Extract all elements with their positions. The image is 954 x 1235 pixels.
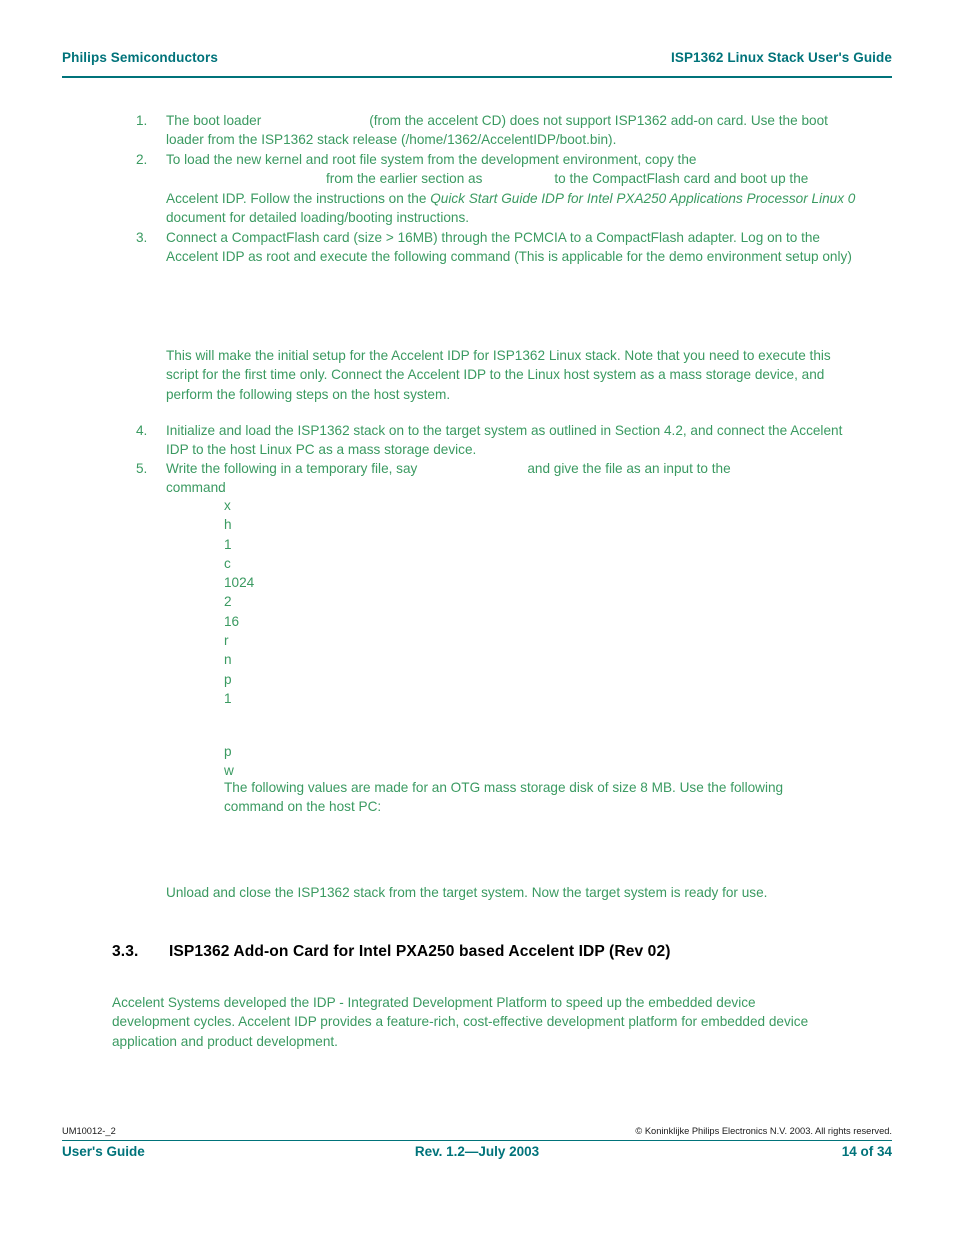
list-item-number: 1. — [136, 113, 148, 128]
list-item-text: Initialize and load the ISP1362 stack on… — [166, 423, 843, 458]
document-page: Philips Semiconductors ISP1362 Linux Sta… — [0, 0, 954, 1235]
paragraph-after-step-3: This will make the initial setup for the… — [166, 348, 831, 402]
code-char-column-secondary: p w — [224, 742, 234, 781]
header-right-title: ISP1362 Linux Stack User's Guide — [670, 50, 892, 65]
header-left-title: Philips Semiconductors — [62, 50, 218, 65]
code-char-line: 1 — [224, 690, 232, 706]
code-char-column-primary: x h 1 c 1024 2 16 r n p 1 — [224, 496, 254, 708]
code-char-line: h — [224, 517, 232, 533]
footer-document-id: UM10012-_2 — [62, 1126, 116, 1136]
code-char-line: p — [224, 744, 232, 759]
list-item-text-after: (from the accelent CD) does not support … — [166, 113, 828, 148]
list-item-text: The boot loader (from the accelent CD) do… — [166, 111, 856, 150]
list-item-text-a: Write the following in a temporary file,… — [166, 461, 418, 476]
list-item: 4. Initialize and load the ISP1362 stack… — [136, 421, 856, 460]
footer-main-row: User's Guide Rev. 1.2—July 2003 14 of 34 — [62, 1144, 892, 1159]
paragraph-otg-note: The following values are made for an OTG… — [224, 780, 784, 815]
footer-revision-text: Rev. 1.2—July 2003 — [414, 1144, 540, 1159]
list-item: 2. To load the new kernel and root file … — [136, 150, 856, 227]
list-item-text-before: The boot loader — [166, 113, 262, 128]
list-item-line-3-tail: document for detailed loading/booting in… — [166, 209, 470, 225]
header-divider-rule — [62, 76, 892, 78]
section-number: 3.3. — [112, 943, 139, 960]
list-item-text: Write the following in a temporary file,… — [166, 459, 756, 498]
page-header: Philips Semiconductors ISP1362 Linux Sta… — [62, 50, 892, 65]
section-title: ISP1362 Add-on Card for Intel PXA250 bas… — [169, 943, 671, 960]
list-item: 5. Write the following in a temporary fi… — [136, 459, 756, 498]
code-char-line: x — [224, 498, 231, 513]
footer-page-number: 14 of 34 — [841, 1144, 892, 1159]
list-item-number: 2. — [136, 152, 148, 167]
list-item-line-2a: from the earlier section as — [326, 171, 483, 187]
code-char-line: 1 — [224, 536, 232, 552]
footer-left-label: User's Guide — [62, 1144, 145, 1159]
section-heading: 3.3. ISP1362 Add-on Card for Intel PXA25… — [112, 943, 912, 961]
list-item-text: To load the new kernel and root file sys… — [166, 150, 856, 227]
code-char-line: 16 — [224, 613, 240, 629]
list-item: 3. Connect a CompactFlash card (size > 1… — [136, 228, 856, 267]
code-char-line: 1024 — [224, 575, 255, 591]
code-char-line: n — [224, 652, 232, 668]
list-item-number: 3. — [136, 230, 148, 245]
list-item-number: 4. — [136, 423, 148, 438]
code-block-placeholder — [224, 820, 844, 880]
code-block-placeholder — [224, 292, 844, 338]
list-item-number: 5. — [136, 461, 148, 476]
list-item-line-1: To load the new kernel and root file sys… — [166, 152, 697, 167]
code-char-line: c — [224, 555, 231, 571]
code-block-placeholder — [224, 709, 844, 742]
list-item-text: Connect a CompactFlash card (size > 16MB… — [166, 230, 852, 265]
paragraph-unload: Unload and close the ISP1362 stack from … — [166, 885, 768, 900]
code-char-line: r — [224, 633, 229, 649]
document-title-italic: Quick Start Guide IDP for Intel PXA250 A… — [430, 190, 856, 206]
paragraph-section-body: Accelent Systems developed the IDP - Int… — [112, 995, 809, 1049]
list-item: 1. The boot loader (from the accelent CD)… — [136, 111, 856, 150]
footer-revision: Rev. 1.2—July 2003 — [62, 1144, 892, 1159]
footer-divider-rule — [62, 1140, 892, 1141]
code-char-line: 2 — [224, 594, 232, 610]
footer-meta-row: UM10012-_2 © Koninklijke Philips Electro… — [62, 1126, 892, 1136]
code-char-line: p — [224, 671, 232, 687]
footer-copyright: © Koninklijke Philips Electronics N.V. 2… — [635, 1126, 892, 1136]
